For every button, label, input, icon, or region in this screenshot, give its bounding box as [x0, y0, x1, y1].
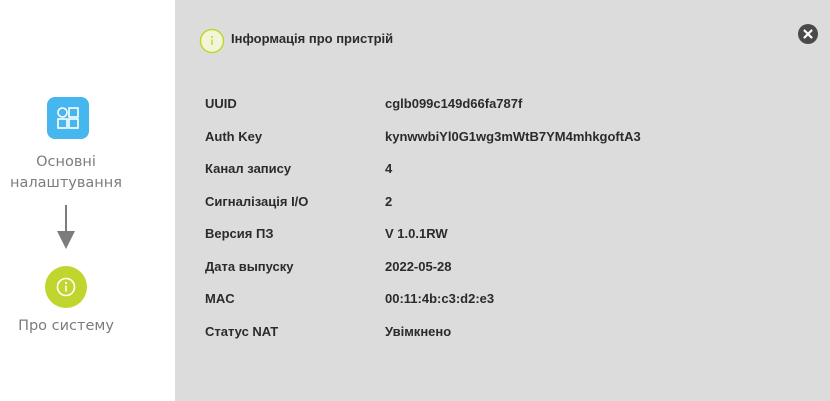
flow-sidebar: Основні налаштування Про систему: [0, 0, 175, 401]
arrow-down-icon: [57, 205, 75, 249]
close-icon: [803, 29, 813, 39]
grid-shapes-icon: [57, 107, 79, 129]
settings-tile[interactable]: [47, 97, 89, 139]
info-value: kynwwbiYl0G1wg3mWtB7YM4mhkgoftA3: [385, 128, 641, 144]
info-label: UUID: [205, 96, 237, 111]
panel-title: Інформація про пристрій: [231, 31, 394, 46]
info-value: 4: [385, 161, 393, 176]
settings-label[interactable]: Основні налаштування: [0, 152, 132, 194]
info-icon: [56, 277, 76, 297]
info-value: 00:11:4b:c3:d2:e3: [385, 291, 495, 306]
about-button[interactable]: [45, 266, 87, 308]
info-label: Канал запису: [205, 161, 292, 176]
info-value: cglb099c149d66fa787f: [385, 96, 523, 111]
about-label[interactable]: Про систему: [0, 316, 132, 337]
info-label: Версия ПЗ: [205, 226, 274, 241]
info-icon: [199, 28, 225, 54]
info-label: MAC: [205, 291, 235, 306]
device-info-panel: Інформація про пристрій UUID cglb099c149…: [175, 0, 830, 401]
info-value: 2022-05-28: [385, 258, 452, 274]
info-label: Auth Key: [205, 128, 263, 144]
info-label: Статус NAT: [205, 323, 279, 339]
info-label: Дата выпуску: [205, 258, 294, 274]
info-value: Увімкнено: [385, 323, 452, 339]
info-value: 2: [385, 193, 393, 209]
close-button[interactable]: [798, 24, 818, 44]
info-value: V 1.0.1RW: [385, 226, 448, 241]
info-label: Сигналізація І/О: [205, 193, 309, 209]
